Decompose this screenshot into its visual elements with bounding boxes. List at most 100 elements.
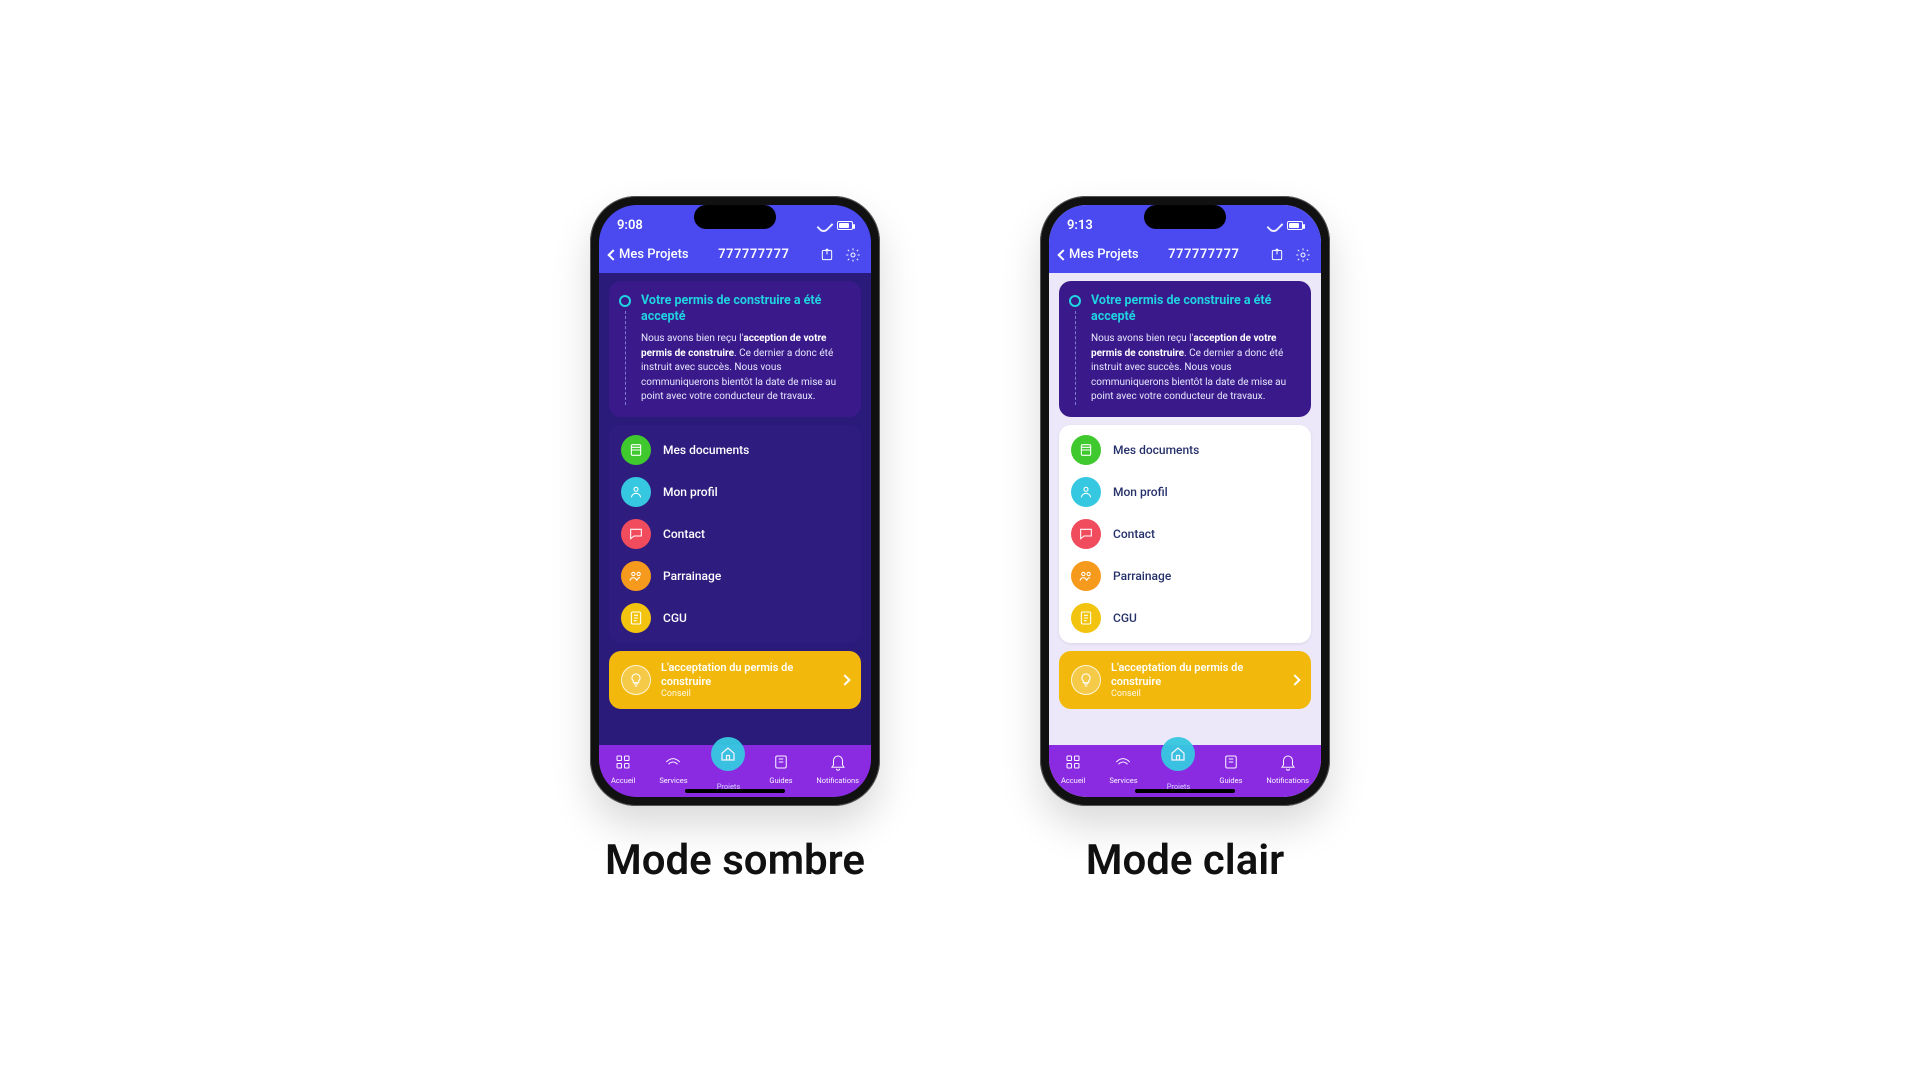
gear-icon[interactable] [845, 247, 861, 263]
tab-services[interactable]: Services [1109, 753, 1137, 785]
app-header: Mes Projets 777777777 [1049, 241, 1321, 273]
tip-title: L'acceptation du permis de construire [1111, 661, 1281, 690]
tab-projets[interactable]: Projets [711, 747, 745, 791]
dark-column: 9:08 Mes Projets 777777777 [590, 196, 880, 885]
notifications-icon [1279, 753, 1297, 775]
menu-item-profile[interactable]: Mon profil [1071, 477, 1299, 507]
menu-item-profile[interactable]: Mon profil [621, 477, 849, 507]
notice-title: Votre permis de construire a été accepté [641, 293, 849, 327]
chevron-right-icon [1289, 674, 1300, 685]
tab-label: Guides [1219, 776, 1242, 785]
notice-text: Nous avons bien reçu l'acception de votr… [641, 332, 849, 405]
gear-icon[interactable] [1295, 247, 1311, 263]
phone-frame-dark: 9:08 Mes Projets 777777777 [590, 196, 880, 806]
content-area: Votre permis de construire a été accepté… [599, 273, 871, 745]
menu-item-label: Mon profil [663, 485, 718, 499]
services-icon [664, 753, 682, 775]
cgu-icon [621, 603, 651, 633]
wifi-icon [817, 218, 833, 234]
menu-item-label: Parrainage [1113, 569, 1171, 583]
menu-item-parrainage[interactable]: Parrainage [1071, 561, 1299, 591]
tab-notifications[interactable]: Notifications [1266, 753, 1309, 785]
profile-icon [1071, 477, 1101, 507]
chevron-left-icon [1057, 249, 1068, 260]
profile-icon [621, 477, 651, 507]
documents-icon [621, 435, 651, 465]
back-button[interactable]: Mes Projets [609, 247, 689, 262]
menu-item-documents[interactable]: Mes documents [1071, 435, 1299, 465]
menu-item-contact[interactable]: Contact [1071, 519, 1299, 549]
dynamic-island [694, 205, 776, 229]
tab-bar: Accueil Services Projets Guides Notification… [1049, 745, 1321, 797]
lightbulb-icon [1071, 665, 1101, 695]
notice-card[interactable]: Votre permis de construire a été accepté… [609, 281, 861, 417]
share-icon[interactable] [819, 247, 835, 263]
menu-item-parrainage[interactable]: Parrainage [621, 561, 849, 591]
menu-item-label: CGU [1113, 611, 1137, 625]
chevron-left-icon [607, 249, 618, 260]
menu-card: Mes documents Mon profil Contact Parrainage… [609, 425, 861, 643]
notice-card[interactable]: Votre permis de construire a été accepté… [1059, 281, 1311, 417]
tab-bar: Accueil Services Projets Guides Notification… [599, 745, 871, 797]
chevron-right-icon [839, 674, 850, 685]
tab-guides[interactable]: Guides [1219, 753, 1242, 785]
services-icon [1114, 753, 1132, 775]
status-time: 9:08 [617, 218, 643, 233]
phone-frame-light: 9:13 Mes Projets 777777777 [1040, 196, 1330, 806]
tip-card[interactable]: L'acceptation du permis de construire Co… [609, 651, 861, 710]
notice-text: Nous avons bien reçu l'acception de votr… [1091, 332, 1299, 405]
menu-item-cgu[interactable]: CGU [1071, 603, 1299, 633]
tip-subtitle: Conseil [1111, 689, 1281, 699]
menu-item-label: Mes documents [1113, 443, 1199, 457]
menu-item-label: CGU [663, 611, 687, 625]
tab-accueil[interactable]: Accueil [611, 753, 636, 785]
dynamic-island [1144, 205, 1226, 229]
content-area: Votre permis de construire a été accepté… [1049, 273, 1321, 745]
menu-item-label: Parrainage [663, 569, 721, 583]
home-indicator [1135, 789, 1235, 793]
home-icon [1161, 737, 1195, 771]
menu-card: Mes documents Mon profil Contact Parrainage… [1059, 425, 1311, 643]
tab-label: Services [659, 776, 687, 785]
header-title: 777777777 [697, 247, 811, 262]
menu-item-documents[interactable]: Mes documents [621, 435, 849, 465]
screen-dark: 9:08 Mes Projets 777777777 [599, 205, 871, 797]
tab-label: Accueil [611, 776, 636, 785]
notice-title: Votre permis de construire a été accepté [1091, 293, 1299, 327]
battery-icon [837, 218, 853, 234]
menu-item-label: Contact [1113, 527, 1155, 541]
tip-card[interactable]: L'acceptation du permis de construire Co… [1059, 651, 1311, 710]
documents-icon [1071, 435, 1101, 465]
contact-icon [621, 519, 651, 549]
lightbulb-icon [621, 665, 651, 695]
menu-item-label: Mes documents [663, 443, 749, 457]
tip-subtitle: Conseil [661, 689, 831, 699]
tab-label: Guides [769, 776, 792, 785]
timeline [1069, 293, 1081, 405]
back-label: Mes Projets [1069, 247, 1139, 262]
tab-accueil[interactable]: Accueil [1061, 753, 1086, 785]
parrainage-icon [1071, 561, 1101, 591]
caption-dark: Mode sombre [605, 836, 865, 885]
timeline-dot-icon [619, 295, 631, 307]
menu-item-cgu[interactable]: CGU [621, 603, 849, 633]
caption-light: Mode clair [1086, 836, 1285, 885]
home-icon [711, 737, 745, 771]
back-label: Mes Projets [619, 247, 689, 262]
tab-projets[interactable]: Projets [1161, 747, 1195, 791]
tab-label: Notifications [1266, 776, 1309, 785]
guides-icon [772, 753, 790, 775]
share-icon[interactable] [1269, 247, 1285, 263]
tab-services[interactable]: Services [659, 753, 687, 785]
tab-guides[interactable]: Guides [769, 753, 792, 785]
back-button[interactable]: Mes Projets [1059, 247, 1139, 262]
accueil-icon [1064, 753, 1082, 775]
guides-icon [1222, 753, 1240, 775]
tab-notifications[interactable]: Notifications [816, 753, 859, 785]
tip-title: L'acceptation du permis de construire [661, 661, 831, 690]
tab-label: Accueil [1061, 776, 1086, 785]
status-time: 9:13 [1067, 218, 1093, 233]
contact-icon [1071, 519, 1101, 549]
accueil-icon [614, 753, 632, 775]
menu-item-contact[interactable]: Contact [621, 519, 849, 549]
